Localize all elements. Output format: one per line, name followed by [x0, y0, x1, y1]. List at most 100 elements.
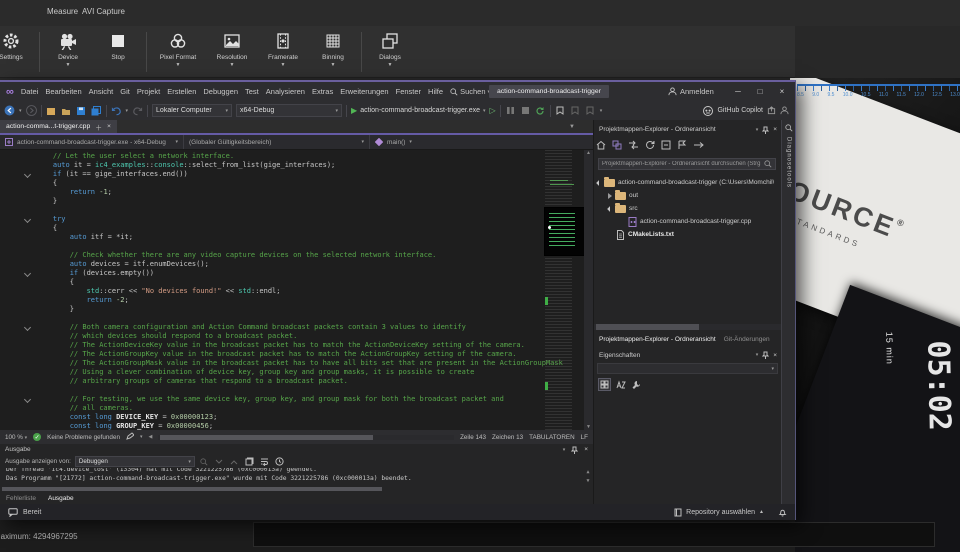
sign-in-button[interactable]: Anmelden — [668, 82, 714, 101]
start-without-debug-icon[interactable]: ▷ — [490, 106, 496, 115]
pin-icon[interactable] — [762, 351, 769, 359]
chevron-down-icon[interactable]: ▼ — [176, 63, 181, 67]
close-panel-icon[interactable]: × — [773, 352, 777, 359]
code-editor[interactable]: // Let the user select a network interfa… — [0, 150, 593, 430]
caret-collapsed-icon[interactable] — [608, 193, 612, 199]
tab-avi-capture[interactable]: AVI Capture — [82, 7, 125, 16]
word-wrap-icon[interactable] — [259, 456, 270, 467]
tab-solution-explorer[interactable]: Projektmappen-Explorer - Ordneransicht — [599, 336, 716, 343]
device-button[interactable]: Device ▼ — [43, 30, 93, 67]
select-repository-button[interactable]: Repository auswählen — [686, 509, 755, 516]
menu-extras[interactable]: Extras — [312, 87, 333, 96]
break-all-icon[interactable] — [505, 105, 516, 116]
close-panel-icon[interactable]: × — [773, 126, 777, 133]
tree-item-cmakelists[interactable]: CMakeLists.txt — [594, 228, 804, 241]
output-horizontal-scrollbar[interactable] — [0, 486, 593, 492]
explorer-horizontal-scrollbar[interactable] — [594, 324, 782, 330]
close-button[interactable]: × — [771, 82, 793, 101]
search-button[interactable]: Suchen▾ — [450, 87, 490, 96]
clear-all-icon[interactable] — [244, 456, 255, 467]
fold-chevron-icon[interactable] — [24, 171, 31, 178]
menu-projekt[interactable]: Projekt — [137, 87, 160, 96]
menu-fenster[interactable]: Fenster — [396, 87, 421, 96]
stop-debug-icon[interactable] — [520, 105, 531, 116]
caret-expanded-icon[interactable] — [607, 206, 613, 212]
output-content[interactable]: Der Thread 'ic4.device_lost' (13304) hat… — [0, 468, 593, 486]
editor-horizontal-scrollbar[interactable] — [158, 435, 454, 440]
find-prev-icon[interactable] — [229, 456, 240, 467]
refresh-icon[interactable] — [645, 140, 655, 150]
chevron-down-icon[interactable]: ▾ — [563, 447, 566, 453]
fold-chevron-icon[interactable] — [24, 216, 31, 223]
framerate-button[interactable]: Framerate ▼ — [258, 30, 308, 67]
pending-changes-icon[interactable] — [628, 140, 639, 150]
bookmark-prev-icon[interactable] — [570, 105, 581, 116]
settings-button[interactable]: Settings — [0, 30, 36, 61]
fold-chevron-icon[interactable] — [24, 270, 31, 277]
stop-button[interactable]: Stop — [93, 30, 143, 61]
redo-icon[interactable] — [132, 105, 143, 116]
chevron-down-icon[interactable]: ▾ — [756, 352, 759, 358]
scroll-up-icon[interactable]: ▲ — [586, 150, 591, 156]
minimize-button[interactable]: ─ — [727, 82, 749, 101]
menu-analysieren[interactable]: Analysieren — [266, 87, 305, 96]
save-icon[interactable] — [76, 105, 87, 116]
navbar-member-dropdown[interactable]: main() ▾ — [370, 135, 593, 149]
chevron-down-icon[interactable]: ▼ — [230, 63, 235, 67]
collapse-all-icon[interactable] — [661, 140, 671, 150]
find-next-icon[interactable] — [214, 456, 225, 467]
problems-status[interactable]: Keine Probleme gefunden — [47, 434, 120, 441]
navbar-project-dropdown[interactable]: action-command-broadcast-trigger.exe - x… — [0, 135, 184, 149]
menu-test[interactable]: Test — [245, 87, 259, 96]
solution-explorer-search[interactable]: Projektmappen-Explorer - Ordneransicht d… — [598, 158, 776, 170]
clock-icon[interactable] — [274, 456, 285, 467]
share-icon[interactable] — [767, 106, 776, 115]
alphabetical-icon[interactable] — [616, 380, 626, 390]
person-icon[interactable] — [780, 106, 789, 115]
tab-fehlerliste[interactable]: Fehlerliste — [6, 495, 36, 502]
switch-view-icon[interactable] — [612, 140, 622, 150]
binning-button[interactable]: Binning ▼ — [308, 30, 358, 67]
chevron-down-icon[interactable]: ▾ — [756, 127, 759, 133]
properties-object-combo[interactable]: ▾ — [597, 363, 778, 374]
properties-icon[interactable] — [677, 140, 687, 150]
tree-item-out[interactable]: out — [594, 189, 796, 202]
menu-datei[interactable]: Datei — [21, 87, 39, 96]
menu-ansicht[interactable]: Ansicht — [89, 87, 114, 96]
navbar-scope-dropdown[interactable]: (Globaler Gültigkeitsbereich) ▾ — [184, 135, 370, 149]
chevron-down-icon[interactable]: ▾ — [126, 108, 129, 114]
chevron-down-icon[interactable]: ▼ — [281, 63, 286, 67]
maximum-input[interactable] — [253, 522, 935, 547]
menu-bearbeiten[interactable]: Bearbeiten — [45, 87, 81, 96]
chevron-down-icon[interactable]: ▼ — [66, 63, 71, 67]
pin-icon[interactable]: ＋ — [95, 122, 102, 132]
dialogs-button[interactable]: Dialogs ▼ — [365, 30, 415, 67]
bookmark-next-icon[interactable] — [585, 105, 596, 116]
menu-erstellen[interactable]: Erstellen — [167, 87, 196, 96]
fold-chevron-icon[interactable] — [24, 396, 31, 403]
new-project-icon[interactable] — [46, 105, 57, 116]
tab-action-command-broadcast-trigger-cpp[interactable]: action-comma...t-trigger.cpp ＋ × — [0, 120, 117, 133]
chevron-down-icon[interactable]: ▾ — [600, 108, 603, 114]
maximize-button[interactable]: □ — [749, 82, 771, 101]
chevron-down-icon[interactable]: ▾ — [19, 108, 22, 114]
menu-hilfe[interactable]: Hilfe — [428, 87, 443, 96]
navigate-forward-icon[interactable] — [26, 105, 37, 116]
feedback-icon[interactable] — [8, 508, 18, 517]
chevron-down-icon[interactable]: ▼ — [388, 63, 393, 67]
configuration-combo[interactable]: x64-Debug▾ — [236, 104, 342, 117]
editor-vertical-scrollbar[interactable]: ▲ ▼ — [584, 150, 593, 430]
github-copilot-button[interactable]: GitHub Copilot — [703, 106, 789, 116]
pixel-format-button[interactable]: Pixel Format ▼ — [150, 30, 206, 67]
close-panel-icon[interactable]: × — [584, 446, 588, 453]
tree-item-src[interactable]: src — [594, 202, 796, 215]
output-vertical-scrollbar[interactable]: ▲▼ — [584, 468, 592, 486]
fold-chevron-icon[interactable] — [24, 324, 31, 331]
chevron-up-icon[interactable]: ▲ — [759, 509, 764, 515]
save-all-icon[interactable] — [91, 105, 102, 116]
resolution-button[interactable]: Resolution ▼ — [206, 30, 258, 67]
close-tab-icon[interactable]: × — [107, 123, 111, 130]
bell-icon[interactable] — [778, 508, 787, 517]
tree-item-root[interactable]: action-command-broadcast-trigger (C:\Use… — [594, 176, 785, 189]
output-source-combo[interactable]: Debuggen▾ — [75, 456, 195, 467]
